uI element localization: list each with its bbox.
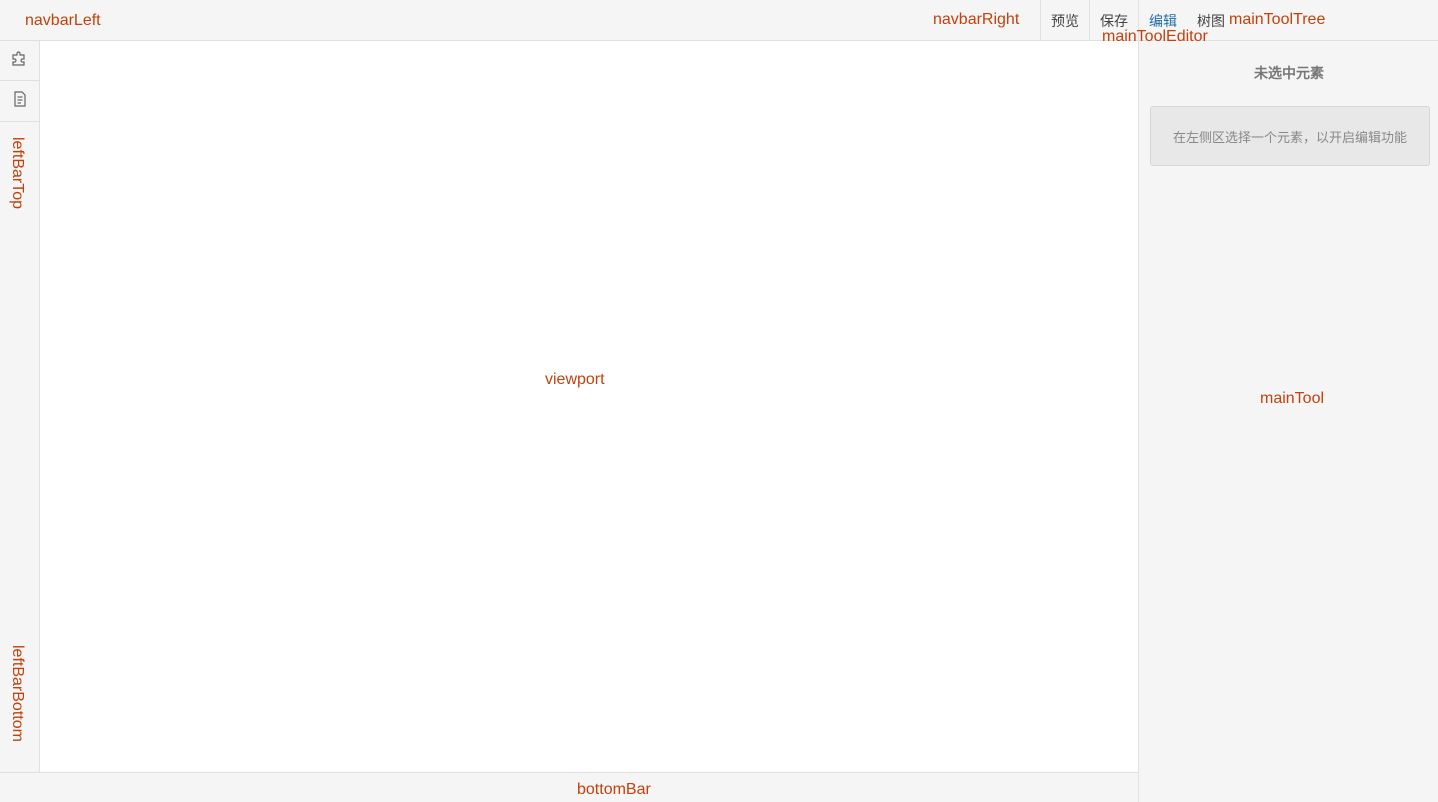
left-bar-top-label: leftBarTop [9, 137, 26, 210]
hint-text: 在左侧区选择一个元素，以开启编辑功能 [1172, 129, 1407, 145]
plugin-button[interactable] [0, 41, 39, 81]
main-tool-panel: 未选中元素 在左侧区选择一个元素，以开启编辑功能 mainTool [1138, 41, 1438, 802]
puzzle-icon [10, 48, 30, 73]
viewport-label: viewport [545, 371, 605, 388]
preview-button[interactable]: 预览 [1051, 11, 1079, 31]
page-button[interactable] [0, 82, 39, 122]
viewport[interactable]: viewport [40, 41, 1138, 772]
navbar: navbarLeft navbarRight 预览 保存 编辑 树图 mainT… [0, 0, 1438, 45]
navbar-divider [1089, 0, 1090, 40]
panel-title: 未选中元素 [1254, 65, 1324, 81]
main-tool-label: mainTool [1260, 390, 1325, 407]
main-tool-tree-label: mainToolTree [1229, 11, 1326, 28]
left-bar-bottom-label: leftBarBottom [9, 645, 26, 742]
app-root: navbarLeft navbarRight 预览 保存 编辑 树图 mainT… [0, 0, 1438, 802]
navbar-divider [1040, 0, 1041, 40]
bottom-bar: bottomBar [0, 772, 1138, 802]
empty-selection-hint: 在左侧区选择一个元素，以开启编辑功能 [1150, 106, 1430, 166]
left-bar: leftBarTop leftBarBottom [0, 41, 40, 772]
document-icon [10, 89, 30, 114]
navbar-right-label: navbarRight [933, 11, 1020, 28]
navbar-left-label: navbarLeft [25, 12, 101, 29]
bottom-bar-label: bottomBar [577, 781, 651, 798]
